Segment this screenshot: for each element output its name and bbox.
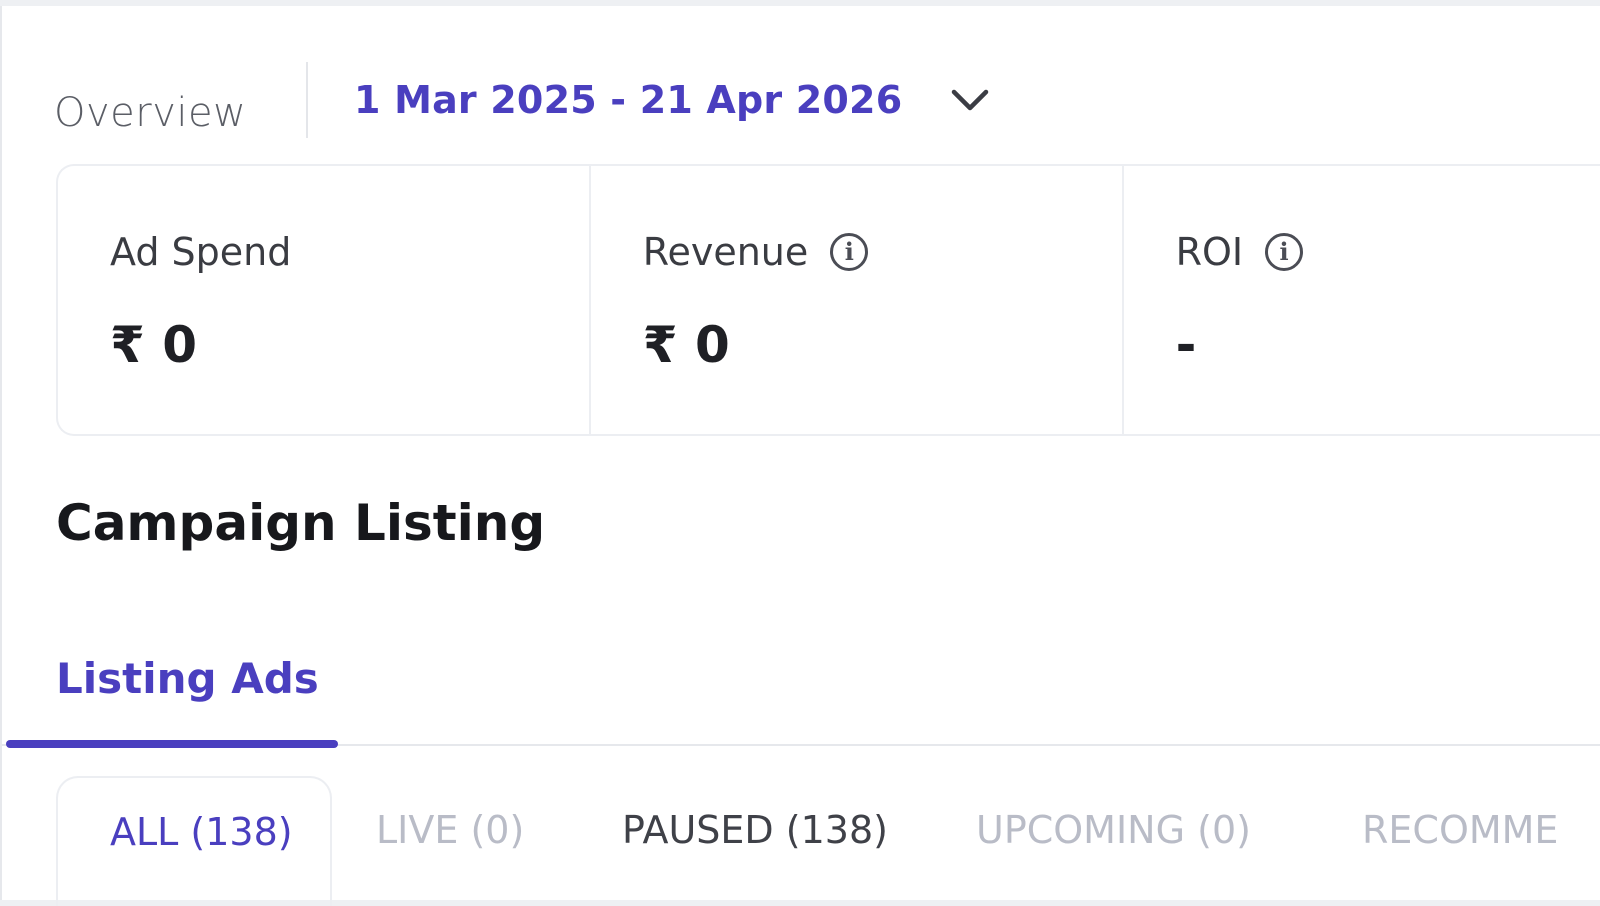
info-icon[interactable]: i [830,233,869,271]
info-icon[interactable]: i [1265,233,1304,271]
metric-value: ₹ 0 [642,316,730,374]
metric-roi: ROI i - [1124,166,1600,434]
date-range-picker[interactable]: 1 Mar 2025 - 21 Apr 2026 [354,76,990,124]
status-filter-tabs: ALL (138) LIVE (0) PAUSED (138) UPCOMING… [2,776,1600,906]
metric-label: Revenue [642,230,809,274]
campaign-listing-title: Campaign Listing [56,494,546,552]
metric-value: - [1175,316,1197,374]
tab-label: Listing Ads [56,654,319,703]
active-tab-indicator [6,740,338,748]
campaign-tabs: Listing Ads [2,626,1600,748]
status-tab-live[interactable]: LIVE (0) [376,776,524,906]
metric-label: Ad Spend [110,230,292,274]
metric-ad-spend: Ad Spend ₹ 0 [58,166,591,434]
date-range-text: 1 Mar 2025 - 21 Apr 2026 [354,78,903,122]
overview-label: Overview [54,90,247,136]
metric-label: ROI [1175,230,1244,274]
status-tab-recommended[interactable]: RECOMME [1362,776,1558,906]
tab-listing-ads[interactable]: Listing Ads [4,626,338,748]
divider [306,62,308,138]
status-tab-upcoming[interactable]: UPCOMING (0) [976,776,1251,906]
status-tab-all[interactable]: ALL (138) [56,776,332,906]
status-tab-paused[interactable]: PAUSED (138) [622,776,888,906]
metrics-card: Ad Spend ₹ 0 Revenue i ₹ 0 ROI i - [56,164,1600,436]
overview-header: Overview 1 Mar 2025 - 21 Apr 2026 [2,56,1600,140]
dashboard-panel: Overview 1 Mar 2025 - 21 Apr 2026 Ad Spe… [0,6,1600,906]
metric-value: ₹ 0 [110,316,197,374]
metric-revenue: Revenue i ₹ 0 [591,166,1124,434]
chevron-down-icon[interactable] [950,80,990,120]
